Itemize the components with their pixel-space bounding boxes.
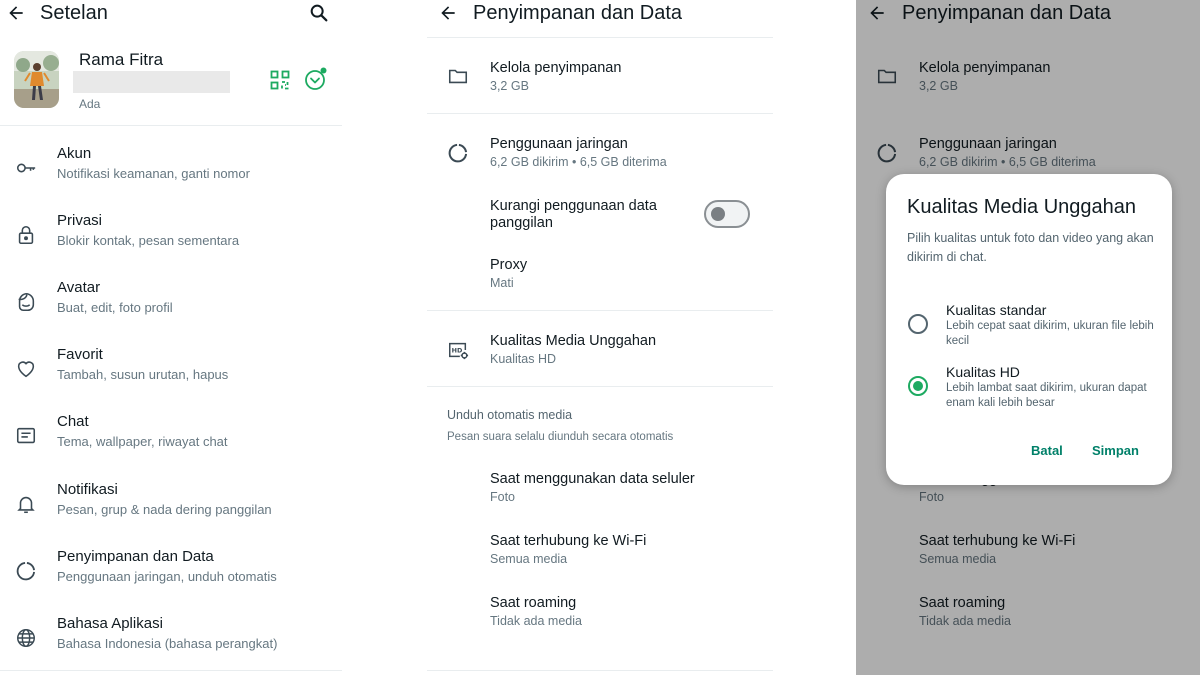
divider [427, 37, 773, 38]
settings-item-akun[interactable]: Akun Notifikasi keamanan, ganti nomor [0, 145, 342, 205]
settings-item-chat[interactable]: Chat Tema, wallpaper, riwayat chat [0, 413, 342, 473]
settings-item-title: Chat [57, 413, 89, 430]
settings-screen: Setelan Rama Fitra Ada Akun Notifikasi k… [0, 0, 342, 675]
row-subtitle: 3,2 GB [490, 79, 529, 93]
settings-item-bahasa[interactable]: Bahasa Aplikasi Bahasa Indonesia (bahasa… [0, 615, 342, 675]
section-note: Pesan suara selalu diunduh secara otomat… [447, 431, 674, 443]
settings-item-subtitle: Blokir kontak, pesan sementara [57, 233, 240, 248]
profile-name: Rama Fitra [79, 50, 164, 69]
row-subtitle: Tidak ada media [490, 614, 582, 628]
dialog-description: Pilih kualitas untuk foto dan video yang… [907, 231, 1154, 264]
settings-item-subtitle: Penggunaan jaringan, unduh otomatis [57, 569, 277, 584]
data-usage-icon [15, 560, 37, 582]
settings-item-penyimpanan[interactable]: Penyimpanan dan Data Penggunaan jaringan… [0, 548, 342, 608]
row-title: Proxy [490, 257, 528, 273]
option-subtitle: Lebih cepat saat dikirim, ukuran file le… [946, 320, 1154, 347]
lock-icon [15, 224, 37, 246]
divider [427, 386, 773, 387]
media-quality-row[interactable]: HD Kualitas Media Unggahan Kualitas HD [427, 333, 773, 377]
divider [0, 125, 342, 126]
app-bar: Setelan [0, 0, 342, 30]
dialog-title: Kualitas Media Unggahan [907, 196, 1137, 218]
bell-icon [15, 493, 37, 515]
option-subtitle: Lebih lambat saat dikirim, ukuran dapat … [946, 382, 1147, 409]
settings-item-title: Notifikasi [57, 481, 118, 498]
save-button[interactable]: Simpan [1092, 443, 1139, 458]
settings-item-title: Favorit [57, 346, 103, 363]
redacted-about [73, 71, 230, 93]
search-icon[interactable] [308, 2, 330, 24]
storage-screen-with-dialog: Penyimpanan dan Data Kelola penyimpanan … [856, 0, 1200, 675]
divider [427, 670, 773, 671]
storage-screen: Penyimpanan dan Data Kelola penyimpanan … [427, 0, 773, 675]
settings-item-subtitle: Tambah, susun urutan, hapus [57, 367, 229, 382]
row-title: Kualitas Media Unggahan [490, 333, 657, 349]
row-title: Saat terhubung ke Wi-Fi [490, 533, 647, 549]
settings-item-subtitle: Notifikasi keamanan, ganti nomor [57, 166, 250, 181]
back-arrow-icon[interactable] [438, 3, 458, 23]
profile-status: Ada [79, 97, 101, 111]
row-title: Penggunaan jaringan [490, 136, 628, 152]
settings-item-avatar[interactable]: Avatar Buat, edit, foto profil [0, 279, 342, 339]
manage-storage-row[interactable]: Kelola penyimpanan 3,2 GB [427, 60, 773, 104]
data-usage-icon [447, 142, 469, 164]
avatar-face-icon [15, 291, 37, 313]
divider [0, 670, 342, 671]
settings-item-notifikasi[interactable]: Notifikasi Pesan, grup & nada dering pan… [0, 481, 342, 541]
page-title: Setelan [40, 2, 108, 24]
auto-download-wifi-row[interactable]: Saat terhubung ke Wi-Fi Semua media [427, 533, 773, 577]
auto-download-roaming-row[interactable]: Saat roaming Tidak ada media [427, 595, 773, 639]
settings-item-subtitle: Buat, edit, foto profil [57, 300, 173, 315]
option-title[interactable]: Kualitas standar [946, 302, 1046, 318]
cancel-button[interactable]: Batal [1031, 443, 1063, 458]
settings-item-title: Penyimpanan dan Data [57, 548, 214, 565]
row-title: Kurangi penggunaan data panggilan [490, 198, 657, 231]
qr-code-icon[interactable] [270, 70, 290, 90]
radio-hd-quality[interactable] [908, 376, 928, 396]
proxy-row[interactable]: Proxy Mati [427, 257, 773, 301]
divider [427, 113, 773, 114]
chat-icon [15, 425, 37, 447]
heart-icon [15, 358, 37, 380]
settings-item-title: Akun [57, 145, 92, 162]
chevron-down-icon[interactable] [303, 66, 329, 92]
row-subtitle: Foto [490, 490, 516, 504]
settings-item-subtitle: Bahasa Indonesia (bahasa perangkat) [57, 636, 278, 651]
row-title: Saat roaming [490, 595, 577, 611]
settings-item-favorit[interactable]: Favorit Tambah, susun urutan, hapus [0, 346, 342, 406]
settings-item-title: Privasi [57, 212, 103, 229]
back-arrow-icon[interactable] [6, 3, 26, 23]
section-heading: Unduh otomatis media [447, 408, 573, 422]
network-usage-row[interactable]: Penggunaan jaringan 6,2 GB dikirim • 6,5… [427, 136, 773, 180]
row-subtitle: Mati [490, 276, 514, 290]
row-subtitle: 6,2 GB dikirim • 6,5 GB diterima [490, 155, 667, 169]
radio-standard-quality[interactable] [908, 314, 928, 334]
settings-item-title: Avatar [57, 279, 101, 296]
toggle-knob [711, 207, 725, 221]
row-subtitle: Kualitas HD [490, 352, 556, 366]
settings-item-privasi[interactable]: Privasi Blokir kontak, pesan sementara [0, 212, 342, 272]
avatar[interactable] [14, 51, 59, 108]
row-title: Saat menggunakan data seluler [490, 471, 695, 487]
divider [427, 310, 773, 311]
hd-settings-icon: HD [447, 339, 469, 361]
media-quality-dialog: Kualitas Media Unggahan Pilih kualitas u… [886, 174, 1172, 485]
row-subtitle: Semua media [490, 552, 568, 566]
option-title[interactable]: Kualitas HD [946, 364, 1020, 380]
page-title: Penyimpanan dan Data [473, 2, 683, 24]
settings-item-title: Bahasa Aplikasi [57, 615, 163, 632]
reduce-data-toggle[interactable] [704, 200, 750, 228]
auto-download-mobile-row[interactable]: Saat menggunakan data seluler Foto [427, 471, 773, 515]
row-title: Kelola penyimpanan [490, 60, 622, 76]
globe-icon [15, 627, 37, 649]
settings-item-subtitle: Tema, wallpaper, riwayat chat [57, 434, 228, 449]
key-icon [15, 157, 37, 179]
app-bar: Penyimpanan dan Data [427, 0, 773, 30]
settings-item-subtitle: Pesan, grup & nada dering panggilan [57, 502, 272, 517]
svg-text:HD: HD [452, 346, 463, 354]
folder-icon [447, 65, 469, 87]
